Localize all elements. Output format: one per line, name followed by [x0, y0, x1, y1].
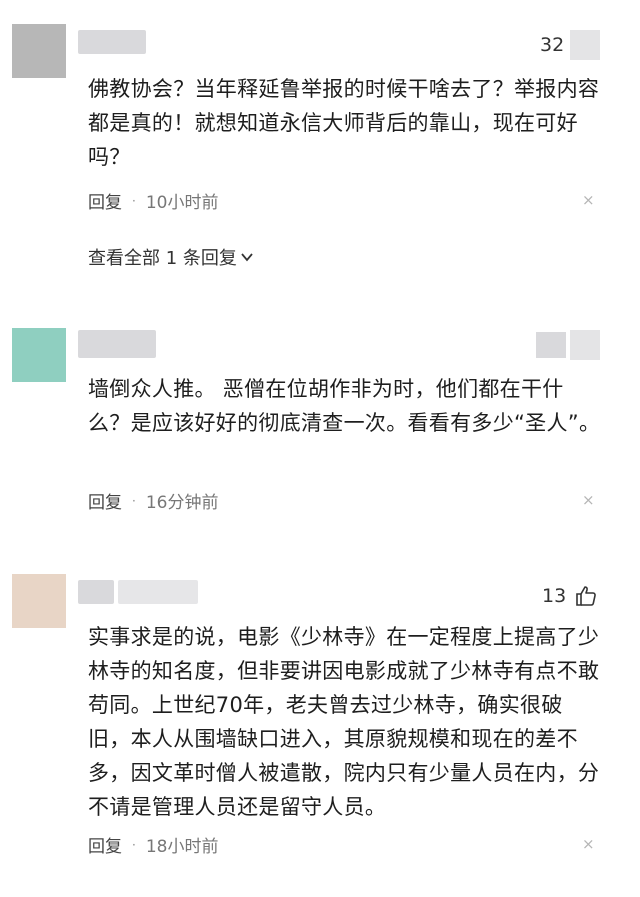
reply-button[interactable]: 回复	[88, 832, 122, 857]
timestamp: 10小时前	[145, 193, 219, 213]
comment-text: 实事求是的说，电影《少林寺》在一定程度上提高了少林寺的知名度，但非要讲因电影成就…	[88, 625, 600, 819]
meta-separator: ·	[132, 493, 136, 508]
avatar[interactable]	[12, 24, 66, 78]
like-count-redacted[interactable]	[536, 332, 566, 358]
like-icon-redacted[interactable]	[570, 330, 600, 360]
comment-meta: 回复 · 18小时前	[88, 832, 218, 857]
like-count[interactable]: 13	[542, 584, 598, 608]
timestamp: 16分钟前	[145, 493, 219, 513]
meta-separator: ·	[132, 837, 136, 852]
comment-item: 墙倒众人推。 恶僧在位胡作非为时，他们都在干什么？是应该好好的彻底清查一次。看看…	[0, 300, 640, 560]
thumbs-up-icon	[576, 586, 597, 606]
close-icon[interactable]: ×	[582, 191, 595, 209]
meta-separator: ·	[132, 193, 136, 208]
timestamp: 18小时前	[145, 837, 219, 857]
comment-item: 13 实事求是的说，电影《少林寺》在一定程度上提高了少林寺的知名度，但非要讲因电…	[0, 548, 640, 897]
reply-button[interactable]: 回复	[88, 488, 122, 513]
comment-meta: 回复 · 16分钟前	[88, 488, 218, 513]
reply-button[interactable]: 回复	[88, 188, 122, 213]
username-redacted[interactable]	[78, 330, 156, 358]
username-redacted-2[interactable]	[118, 580, 198, 604]
avatar[interactable]	[12, 574, 66, 628]
like-count-value: 13	[542, 585, 567, 607]
comment-text: 佛教协会？当年释延鲁举报的时候干啥去了？举报内容都是真的！就想知道永信大师背后的…	[88, 77, 600, 169]
like-icon-redacted[interactable]	[570, 30, 600, 60]
chevron-down-icon	[241, 253, 253, 262]
username-redacted[interactable]	[78, 580, 114, 604]
view-all-replies-label: 查看全部 1 条回复	[88, 248, 237, 269]
close-icon[interactable]: ×	[582, 491, 595, 509]
username-redacted[interactable]	[78, 30, 146, 54]
like-count[interactable]: 32	[540, 34, 564, 56]
avatar[interactable]	[12, 328, 66, 382]
comment-item: 32 佛教协会？当年释延鲁举报的时候干啥去了？举报内容都是真的！就想知道永信大师…	[0, 0, 640, 290]
comment-text: 墙倒众人推。 恶僧在位胡作非为时，他们都在干什么？是应该好好的彻底清查一次。看看…	[88, 377, 601, 435]
close-icon[interactable]: ×	[582, 835, 595, 853]
like-count-value: 32	[540, 34, 565, 56]
comment-meta: 回复 · 10小时前	[88, 188, 218, 213]
view-all-replies-link[interactable]: 查看全部 1 条回复	[88, 244, 255, 270]
